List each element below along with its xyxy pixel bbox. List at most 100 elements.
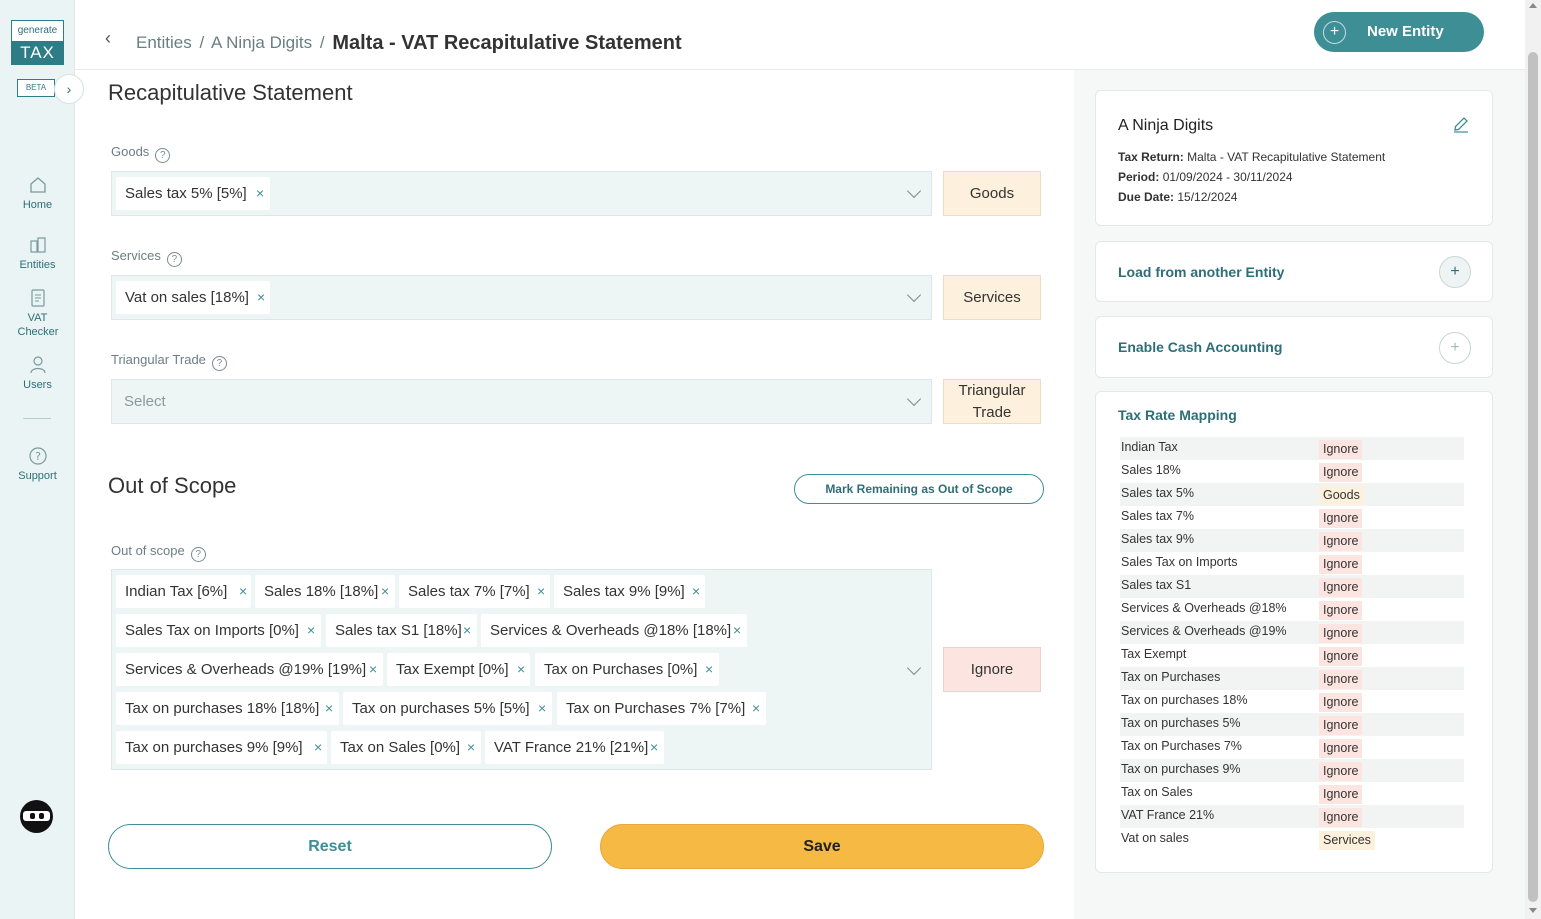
scrollbar-thumb[interactable] — [1528, 52, 1538, 902]
tag-label: Services & Overheads @18% [18%] — [490, 622, 732, 639]
goods-multiselect[interactable]: Sales tax 5% [5%] × — [111, 171, 932, 216]
cash-accounting-card[interactable]: Enable Cash Accounting + — [1095, 316, 1493, 378]
avatar-eye — [30, 813, 35, 819]
plus-icon: + — [1323, 21, 1346, 44]
reset-button[interactable]: Reset — [108, 824, 552, 869]
save-button[interactable]: Save — [600, 824, 1044, 869]
help-icon[interactable]: ? — [155, 148, 171, 163]
remove-tag-icon[interactable]: × — [257, 281, 265, 314]
page-title: Malta - VAT Recapitulative Statement — [332, 32, 682, 54]
tax-rate-name: Tax on purchases 5% — [1121, 716, 1241, 730]
remove-tag-icon[interactable]: × — [467, 731, 475, 764]
tax-rate-name: Sales 18% — [1121, 463, 1181, 477]
tax-rate-category-badge: Ignore — [1319, 693, 1363, 712]
remove-tag-icon[interactable]: × — [517, 653, 525, 686]
triangular-field-label: Triangular Trade? — [111, 352, 227, 371]
out-of-scope-field-label: Out of scope? — [111, 543, 206, 562]
tax-rate-category-badge: Ignore — [1319, 808, 1363, 827]
remove-tag-icon[interactable]: × — [325, 692, 333, 725]
tax-rate-name: VAT France 21% — [1121, 808, 1215, 822]
plus-icon[interactable]: + — [1439, 256, 1471, 288]
remove-tag-icon[interactable]: × — [692, 575, 700, 608]
breadcrumb-entity-link[interactable]: A Ninja Digits — [211, 33, 312, 52]
out-of-scope-multiselect[interactable]: Indian Tax [6%] × Sales 18% [18%] × Sales … — [111, 569, 932, 770]
tax-rate-category-badge: Ignore — [1319, 624, 1363, 643]
tag-label: Sales tax 7% [7%] — [408, 583, 530, 600]
remove-tag-icon[interactable]: × — [733, 614, 741, 647]
tag-label: Tax on purchases 9% [9%] — [125, 739, 303, 756]
out-of-scope-tag: Tax on Sales [0%] × — [331, 731, 481, 764]
remove-tag-icon[interactable]: × — [752, 692, 760, 725]
triangular-select[interactable]: Select — [111, 379, 932, 424]
tax-rate-category-badge: Ignore — [1319, 578, 1363, 597]
new-entity-button[interactable]: + New Entity — [1314, 12, 1484, 52]
chevron-down-icon[interactable] — [906, 287, 922, 303]
user-avatar[interactable] — [20, 800, 53, 833]
back-arrow-icon[interactable]: ‹ — [105, 28, 111, 49]
sidebar-item-users[interactable]: Users — [0, 355, 75, 392]
tag-label: Tax on purchases 18% [18%] — [125, 700, 320, 717]
triangular-category-button[interactable]: Triangular Trade — [943, 379, 1041, 424]
out-of-scope-tag: Sales tax 7% [7%] × — [399, 575, 550, 608]
tag-label: Sales tax 5% [5%] — [125, 185, 247, 202]
remove-tag-icon[interactable]: × — [256, 177, 264, 210]
sidebar-item-support[interactable]: ? Support — [0, 446, 75, 483]
out-of-scope-tag: Tax on Purchases 7% [7%] × — [557, 692, 766, 725]
page-scrollbar[interactable] — [1525, 0, 1541, 919]
remove-tag-icon[interactable]: × — [314, 731, 322, 764]
tax-rate-category-badge: Ignore — [1319, 762, 1363, 781]
remove-tag-icon[interactable]: × — [381, 575, 389, 608]
tax-rate-name: Tax on Purchases 7% — [1121, 739, 1242, 753]
remove-tag-icon[interactable]: × — [307, 614, 315, 647]
generate-tax-logo[interactable]: generate TAX — [11, 20, 64, 65]
services-multiselect[interactable]: Vat on sales [18%] × — [111, 275, 932, 320]
chevron-down-icon[interactable] — [906, 660, 922, 676]
edit-pencil-icon[interactable] — [1452, 115, 1470, 133]
chevron-down-icon[interactable] — [906, 391, 922, 407]
scroll-up-icon[interactable] — [1529, 3, 1537, 8]
tax-rate-mapping-row: Sales tax 9% Ignore — [1120, 529, 1464, 552]
tax-rate-category-badge: Ignore — [1319, 716, 1363, 735]
sidebar-item-entities[interactable]: Entities — [0, 235, 75, 272]
scroll-down-icon[interactable] — [1529, 908, 1537, 913]
sidebar-item-vat-checker[interactable]: VAT Checker — [0, 288, 75, 339]
help-icon[interactable]: ? — [190, 547, 206, 562]
tax-return-line: Tax Return: Malta - VAT Recapitulative S… — [1118, 150, 1385, 164]
chevron-down-icon[interactable] — [906, 183, 922, 199]
remove-tag-icon[interactable]: × — [537, 575, 545, 608]
tax-rate-name: Tax Exempt — [1121, 647, 1187, 661]
goods-category-button[interactable]: Goods — [943, 171, 1041, 216]
sidebar-item-home[interactable]: Home — [0, 175, 75, 212]
buildings-icon — [29, 237, 46, 253]
tax-rate-name: Tax on Purchases — [1121, 670, 1221, 684]
plus-icon[interactable]: + — [1439, 332, 1471, 364]
tax-rate-name: Indian Tax — [1121, 440, 1178, 454]
load-from-entity-card[interactable]: Load from another Entity + — [1095, 241, 1493, 302]
remove-tag-icon[interactable]: × — [239, 575, 247, 608]
remove-tag-icon[interactable]: × — [463, 614, 471, 647]
ignore-category-button[interactable]: Ignore — [943, 647, 1041, 692]
remove-tag-icon[interactable]: × — [705, 653, 713, 686]
document-icon — [30, 289, 45, 307]
services-category-button[interactable]: Services — [943, 275, 1041, 320]
tag-label: Tax on Purchases 7% [7%] — [566, 700, 746, 717]
tax-rate-category-badge: Ignore — [1319, 555, 1363, 574]
sidebar-expand-button[interactable]: › — [54, 74, 84, 104]
tax-rate-category-badge: Ignore — [1319, 509, 1363, 528]
tax-rate-category-badge: Ignore — [1319, 647, 1363, 666]
tax-rate-mapping-row: Tax on purchases 9% Ignore — [1120, 759, 1464, 782]
remove-tag-icon[interactable]: × — [538, 692, 546, 725]
breadcrumb-entities-link[interactable]: Entities — [136, 33, 192, 52]
remove-tag-icon[interactable]: × — [369, 653, 377, 686]
tag-label: Tax on purchases 5% [5%] — [352, 700, 530, 717]
help-icon[interactable]: ? — [166, 252, 182, 267]
help-icon[interactable]: ? — [211, 356, 227, 371]
due-date-value: 15/12/2024 — [1177, 190, 1238, 204]
due-date-line: Due Date: 15/12/2024 — [1118, 190, 1385, 204]
out-of-scope-tag: VAT France 21% [21%] × — [485, 731, 664, 764]
tax-rate-mapping-row: Services & Overheads @19% Ignore — [1120, 621, 1464, 644]
out-of-scope-tag: Sales tax 9% [9%] × — [554, 575, 705, 608]
tag-label: VAT France 21% [21%] — [494, 739, 649, 756]
remove-tag-icon[interactable]: × — [650, 731, 658, 764]
mark-remaining-button[interactable]: Mark Remaining as Out of Scope — [794, 474, 1044, 504]
